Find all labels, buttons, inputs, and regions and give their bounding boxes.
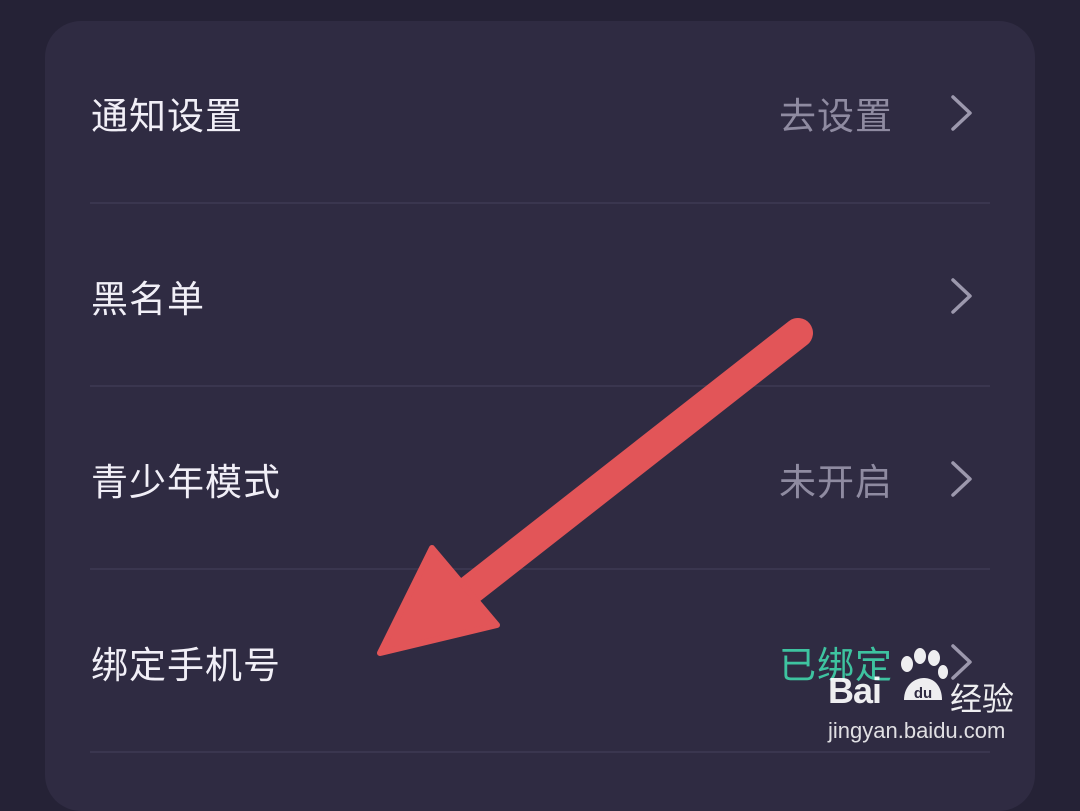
- row-label: 绑定手机号: [91, 644, 281, 687]
- watermark: Bai du 经验 jingyan.baidu.com: [826, 648, 1026, 748]
- row-value: 未开启: [779, 461, 893, 504]
- paw-icon: du: [901, 648, 948, 702]
- chevron-right-icon: [951, 278, 972, 314]
- divider: [90, 751, 990, 753]
- settings-row-blacklist[interactable]: 黑名单: [45, 204, 1035, 388]
- chevron-right-icon: [951, 95, 972, 131]
- chevron-right-icon: [951, 461, 972, 497]
- row-value: 去设置: [779, 95, 893, 138]
- row-label: 青少年模式: [91, 461, 281, 504]
- watermark-cn-text: 经验: [950, 680, 1015, 718]
- settings-row-notifications[interactable]: 通知设置 去设置: [45, 21, 1035, 205]
- svg-text:du: du: [914, 685, 932, 702]
- watermark-logo-text: Bai: [828, 670, 882, 711]
- row-label: 通知设置: [91, 95, 243, 138]
- watermark-url: jingyan.baidu.com: [828, 718, 1006, 743]
- row-label: 黑名单: [91, 278, 205, 321]
- settings-row-teen-mode[interactable]: 青少年模式 未开启: [45, 387, 1035, 571]
